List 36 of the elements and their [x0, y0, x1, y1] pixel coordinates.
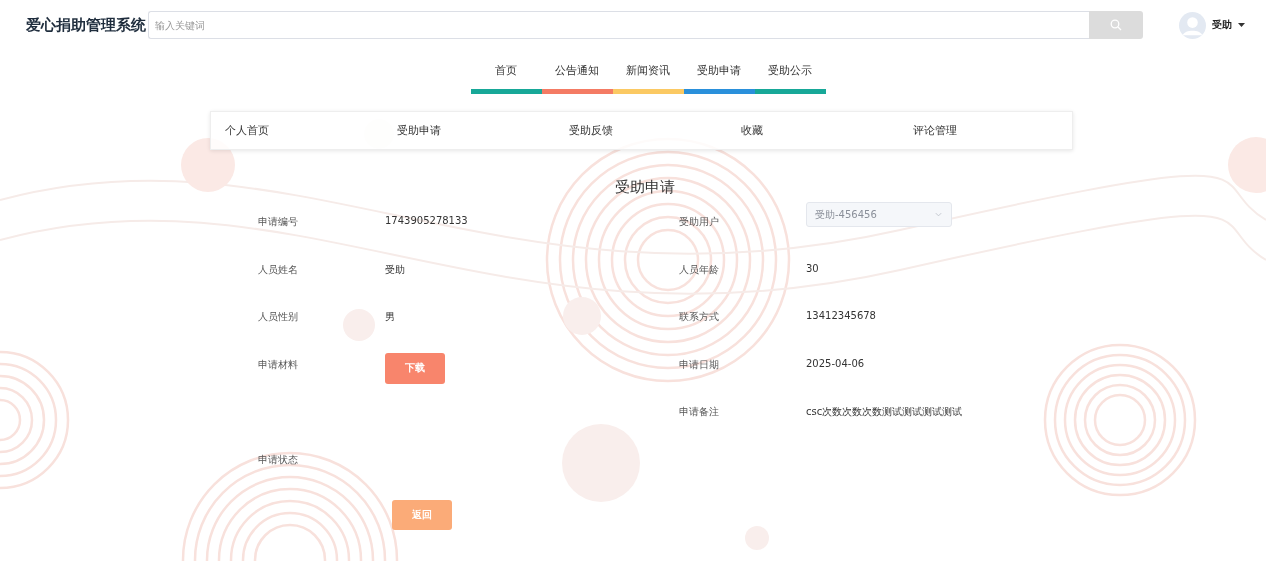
caret-icon[interactable]	[1238, 23, 1245, 27]
nav-link[interactable]: 首页	[470, 50, 542, 94]
nav-link[interactable]: 受助申请	[683, 50, 755, 94]
sub-nav-link[interactable]: 受助申请	[383, 123, 555, 138]
site-logo: 爱心捐助管理系统	[26, 15, 147, 35]
field-value: 受助	[385, 262, 405, 277]
field-label: 申请编号	[258, 215, 299, 229]
field-value: 13412345678	[806, 310, 876, 321]
field-label: 受助用户	[679, 215, 720, 229]
field-value: 2025-04-06	[806, 357, 865, 369]
field-label: 人员性别	[258, 310, 299, 324]
field-value: csc次数次数次数测试测试测试测试	[806, 405, 963, 419]
nav-link[interactable]: 受助公示	[754, 50, 826, 94]
sub-nav-link[interactable]: 收藏	[727, 123, 899, 138]
field-value: 1743905278133	[385, 215, 468, 226]
field-label: 申请材料	[258, 357, 299, 372]
search-icon	[1110, 19, 1122, 31]
field-label: 人员年龄	[679, 262, 720, 277]
field-label: 联系方式	[679, 310, 720, 324]
chevron-down-icon	[934, 210, 943, 219]
sub-nav-link[interactable]: 受助反馈	[555, 123, 727, 138]
nav-link[interactable]: 新闻资讯	[612, 50, 684, 94]
field-label: 申请备注	[679, 405, 720, 419]
field-label: 人员姓名	[258, 262, 299, 277]
page-title: 受助申请	[614, 178, 676, 197]
sub-nav-link[interactable]: 评论管理	[899, 123, 1071, 138]
field-label: 申请日期	[679, 357, 720, 372]
search-field[interactable]: 输入关键词	[148, 11, 1089, 39]
field-value: 男	[385, 310, 395, 324]
sub-nav-link[interactable]: 个人首页	[211, 123, 383, 138]
field-label: 申请状态	[258, 452, 299, 467]
avatar-icon[interactable]	[1179, 11, 1206, 39]
search-button[interactable]	[1089, 11, 1143, 39]
nav-link[interactable]: 公告通知	[541, 50, 613, 94]
field-value: 30	[806, 262, 819, 274]
user-name[interactable]: 受助	[1212, 18, 1232, 32]
